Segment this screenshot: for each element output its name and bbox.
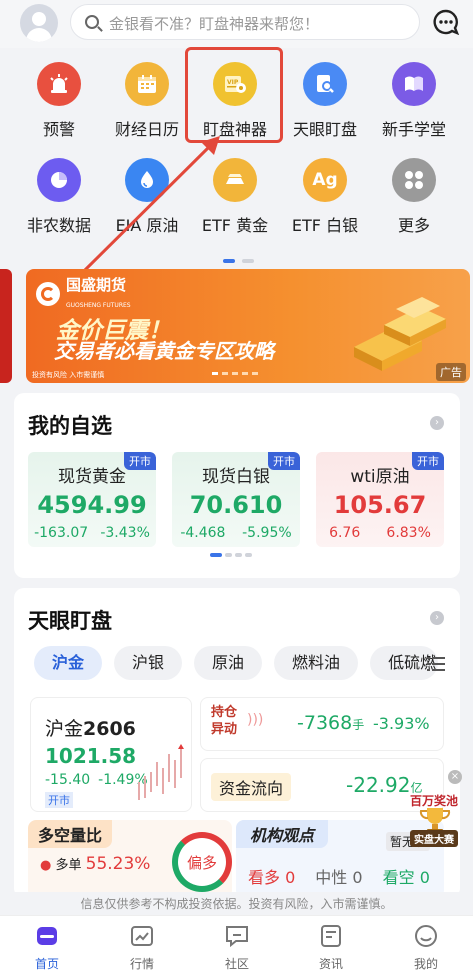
promo-banner[interactable]: 国盛期货 GUOSHENG FUTURES 金价巨震！ 交易者必看黄金专区攻略 … [26,269,470,383]
ag-icon: Ag [303,158,347,202]
grid-item-tianyan[interactable]: 天眼盯盘 [280,62,370,140]
tab-fuel[interactable]: 燃料油 [274,646,359,680]
book-icon [392,62,436,106]
disclaimer-text: 信息仅供参考不构成投资依据。投资有风险，入市需谨慎。 [0,892,473,916]
holding-change-box[interactable]: 持仓 异动 ))) -7368手 -3.93% [200,697,444,751]
grid-item-calendar[interactable]: 财经日历 [102,62,192,140]
search-doc-icon [303,62,347,106]
tab-huyin[interactable]: 沪银 [114,646,183,680]
tab-news[interactable]: 资讯 [301,924,361,972]
avatar[interactable] [20,4,58,42]
chart-icon [131,926,153,946]
contest-float-badge[interactable]: × 百万奖池 实盘大赛 [406,770,466,850]
tab-hujin[interactable]: 沪金 [34,646,103,680]
grid-item-school[interactable]: 新手学堂 [369,62,459,140]
hujin-quote-box[interactable]: 沪金2606 1021.58 -15.40 -1.49% 开市 [30,697,192,812]
tab-community[interactable]: 社区 [207,924,267,972]
brand-logo-icon [36,281,60,306]
banner-pager [212,372,258,375]
long-short-box[interactable]: 多空量比 ● 多单 55.23% 偏多 [28,820,232,898]
watchlist-pager [210,553,252,557]
quote-card-gold[interactable]: 开市 现货黄金 4594.99 -163.07 -3.43% [28,452,156,547]
tab-crude[interactable]: 原油 [194,646,263,680]
signal-wave-icon: ))) [247,712,264,728]
grid-item-etf-silver[interactable]: Ag ETF 白银 [280,158,370,236]
more-grid-icon [392,158,436,202]
tianyan-tabs: 沪金 沪银 原油 燃料油 低硫燃 [34,646,439,680]
calendar-icon [125,62,169,106]
quote-card-silver[interactable]: 开市 现货白银 70.610 -4.468 -5.95% [172,452,300,547]
tab-market[interactable]: 行情 [112,924,172,972]
tianyan-card: 天眼盯盘 › 沪金 沪银 原油 燃料油 低硫燃 沪金2606 1021.58 -… [14,588,460,898]
list-menu-icon[interactable] [427,656,445,672]
search-input[interactable]: 金银看不准？盯盘神器来帮您！ [70,4,420,40]
long-short-ring: 偏多 [172,832,232,892]
pointer-arrow [83,136,220,272]
tab-profile[interactable]: 我的 [396,924,456,972]
banner-prev-edge[interactable] [0,269,12,383]
quote-card-wti[interactable]: 开市 wti原油 105.67 6.76 6.83% [316,452,444,547]
mini-kline-icon [138,744,184,800]
watchlist-more-icon[interactable]: › [430,416,444,430]
grid-item-alarm[interactable]: 预警 [14,62,104,140]
chat-icon[interactable] [432,9,460,35]
search-icon [85,15,99,29]
alarm-icon [37,62,81,106]
community-icon [226,926,248,948]
tianyan-more-icon[interactable]: › [430,611,444,625]
highlight-box [185,47,283,143]
banner-brand: 国盛期货 GUOSHENG FUTURES [36,277,131,310]
news-icon [321,925,341,947]
home-icon [37,927,57,945]
tab-home[interactable]: 首页 [17,924,77,972]
close-icon[interactable]: × [448,770,462,784]
watchlist-card: 我的自选 › 开市 现货黄金 4594.99 -163.07 -3.43% 开市 … [14,393,460,578]
grid-item-more[interactable]: 更多 [369,158,459,236]
profile-icon [415,925,437,947]
